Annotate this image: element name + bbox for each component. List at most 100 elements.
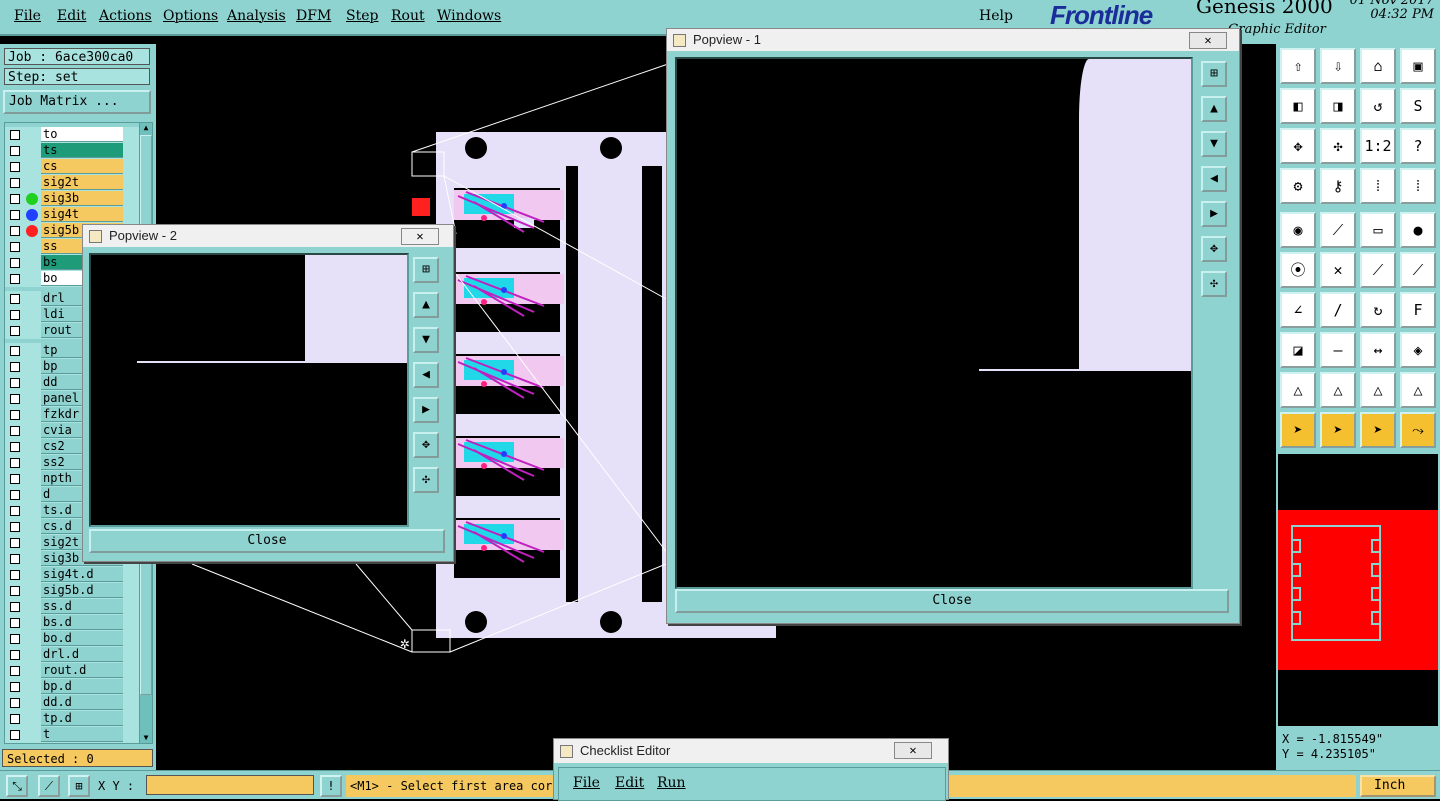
layer-select-alt-icon[interactable]: ⁞ — [1400, 168, 1436, 204]
layer-name[interactable]: bs.d — [41, 615, 123, 630]
menu-dfm[interactable]: DFM — [296, 8, 331, 24]
xy-input[interactable] — [146, 775, 314, 795]
layer-checkbox[interactable] — [10, 522, 20, 532]
checklist-menu-file[interactable]: File — [573, 775, 600, 791]
layer-checkbox[interactable] — [10, 698, 20, 708]
connect-icon[interactable]: ⦿ — [1280, 252, 1316, 288]
layer-checkbox[interactable] — [10, 242, 20, 252]
mirror-icon[interactable]: S — [1400, 88, 1436, 124]
triangle-icon[interactable]: △ — [1280, 372, 1316, 408]
snap-icon[interactable]: ⤡ — [6, 775, 28, 797]
checklist-menu-run[interactable]: Run — [657, 775, 686, 791]
pan-right-icon[interactable]: ◨ — [1320, 88, 1356, 124]
layer-row[interactable]: sig2t — [5, 175, 139, 191]
zoom-in-icon[interactable]: ✥ — [1201, 236, 1227, 262]
layer-checkbox[interactable] — [10, 162, 20, 172]
pan-left-icon[interactable]: ◀ — [413, 362, 439, 388]
layer-name[interactable]: ts — [41, 143, 123, 158]
pan-right-icon[interactable]: ▶ — [413, 397, 439, 423]
layer-name[interactable]: sig3b — [41, 191, 123, 206]
layer-row[interactable]: cs — [5, 159, 139, 175]
layer-checkbox[interactable] — [10, 274, 20, 284]
layer-checkbox[interactable] — [10, 602, 20, 612]
overview-map[interactable] — [1278, 454, 1438, 726]
layer-row[interactable]: dd.d — [5, 695, 139, 711]
units-select[interactable]: Inch — [1360, 775, 1436, 797]
layer-checkbox[interactable] — [10, 650, 20, 660]
layer-checkbox[interactable] — [10, 146, 20, 156]
layer-name[interactable]: drl.d — [41, 647, 123, 662]
pad-icon[interactable]: ● — [1400, 212, 1436, 248]
menu-options[interactable]: Options — [163, 8, 218, 24]
layer-checkbox[interactable] — [10, 458, 20, 468]
layer-checkbox[interactable] — [10, 474, 20, 484]
add-line-alt-icon[interactable]: ⟋ — [1400, 252, 1436, 288]
layer-checkbox[interactable] — [10, 426, 20, 436]
layer-name[interactable]: bo.d — [41, 631, 123, 646]
zoom-in-icon[interactable]: ✥ — [413, 432, 439, 458]
scroll-down-icon[interactable]: ▼ — [141, 733, 151, 743]
scroll-up-icon[interactable]: ▲ — [141, 123, 151, 133]
menu-actions[interactable]: Actions — [99, 8, 152, 24]
pan-down-icon[interactable]: ▼ — [1201, 131, 1227, 157]
layer-select-icon[interactable]: ⁞ — [1360, 168, 1396, 204]
layer-checkbox[interactable] — [10, 506, 20, 516]
layer-row[interactable]: tp.d — [5, 711, 139, 727]
layer-row[interactable]: ts — [5, 143, 139, 159]
pan-left-icon[interactable]: ◀ — [1201, 166, 1227, 192]
zoom-in-icon[interactable]: ✥ — [1280, 128, 1316, 164]
layer-checkbox[interactable] — [10, 634, 20, 644]
popview-1-close-button[interactable]: Close — [675, 589, 1229, 613]
key-icon[interactable]: ⚷ — [1320, 168, 1356, 204]
layer-checkbox[interactable] — [10, 178, 20, 188]
zoom-out-icon[interactable]: ✣ — [413, 467, 439, 493]
zoom-down-icon[interactable]: ⇩ — [1320, 48, 1356, 84]
pan-left-icon[interactable]: ◧ — [1280, 88, 1316, 124]
layer-name[interactable]: sig5b.d — [41, 583, 123, 598]
layer-checkbox[interactable] — [10, 258, 20, 268]
shapes-icon[interactable]: ◈ — [1400, 332, 1436, 368]
line-tool-icon[interactable]: ⟋ — [1320, 212, 1356, 248]
zoom-out-icon[interactable]: ✣ — [1201, 271, 1227, 297]
pan-down-icon[interactable]: ▼ — [413, 327, 439, 353]
layer-checkbox[interactable] — [10, 586, 20, 596]
layer-checkbox[interactable] — [10, 194, 20, 204]
pan-right-icon[interactable]: ▶ — [1201, 201, 1227, 227]
select-feature-icon[interactable]: ◉ — [1280, 212, 1316, 248]
tools-icon[interactable]: ⚙ — [1280, 168, 1316, 204]
pointer-circle-icon[interactable]: ➤ — [1360, 412, 1396, 448]
pan-up-icon[interactable]: ▲ — [1201, 96, 1227, 122]
layer-name[interactable]: ss.d — [41, 599, 123, 614]
layer-row[interactable]: bo.d — [5, 631, 139, 647]
layer-checkbox[interactable] — [10, 410, 20, 420]
arc-icon[interactable]: ↻ — [1360, 292, 1396, 328]
home-icon[interactable]: ⌂ — [1360, 48, 1396, 84]
triangle-alt-icon[interactable]: △ — [1320, 372, 1356, 408]
pad-add-icon[interactable]: ◪ — [1280, 332, 1316, 368]
layer-checkbox[interactable] — [10, 714, 20, 724]
triangle-b-icon[interactable]: △ — [1360, 372, 1396, 408]
layer-checkbox[interactable] — [10, 538, 20, 548]
layer-checkbox[interactable] — [10, 490, 20, 500]
help-icon[interactable]: ? — [1400, 128, 1436, 164]
layer-checkbox[interactable] — [10, 682, 20, 692]
redraw-icon[interactable]: ↺ — [1360, 88, 1396, 124]
cross-icon[interactable]: ✕ — [1320, 252, 1356, 288]
angle-icon[interactable]: ∠ — [1280, 292, 1316, 328]
zoom-home-icon[interactable]: ⇧ — [1280, 48, 1316, 84]
grid-icon[interactable]: ⊞ — [68, 775, 90, 797]
menu-windows[interactable]: Windows — [437, 8, 501, 24]
zoom-ratio-icon[interactable]: 1:2 — [1360, 128, 1396, 164]
layer-name[interactable]: dd.d — [41, 695, 123, 710]
layer-name[interactable]: cs — [41, 159, 123, 174]
measure-icon[interactable]: ↔ — [1360, 332, 1396, 368]
pointer-box-icon[interactable]: ➤ — [1320, 412, 1356, 448]
dash-icon[interactable]: — — [1320, 332, 1356, 368]
checklist-menu-edit[interactable]: Edit — [615, 775, 644, 791]
checklist-close-icon[interactable]: ✕ — [894, 742, 932, 759]
layer-name[interactable]: rout.d — [41, 663, 123, 678]
measure-mode-icon[interactable]: ⟋ — [38, 775, 60, 797]
job-matrix-button[interactable]: Job Matrix ... — [3, 90, 151, 114]
zoom-out-icon[interactable]: ✣ — [1320, 128, 1356, 164]
layer-row[interactable]: drl.d — [5, 647, 139, 663]
